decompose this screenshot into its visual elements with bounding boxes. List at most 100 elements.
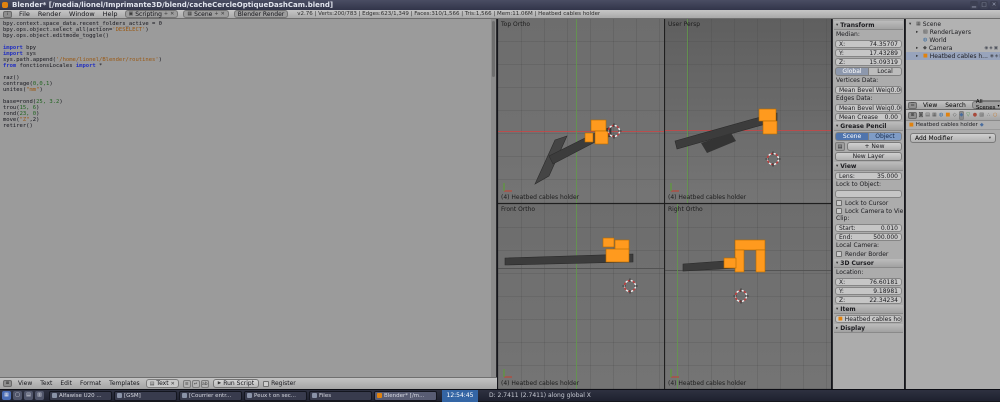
clip-start-field[interactable]: Start:0.010 xyxy=(835,224,902,232)
gp-data-source-toggle-scene[interactable]: Scene xyxy=(835,132,869,141)
gp-new-button[interactable]: + New xyxy=(847,142,902,151)
outliner-menu-view[interactable]: View xyxy=(921,102,939,109)
display-panel-header[interactable]: ▸Display xyxy=(834,324,903,333)
tab-object-data[interactable]: ▽ xyxy=(965,111,971,120)
unlink-text-icon[interactable]: ✕ xyxy=(171,381,175,387)
render-border-checkbox[interactable]: Render Border xyxy=(834,250,903,258)
selectability-toggle[interactable]: ◈ xyxy=(995,54,998,59)
maximize-button[interactable]: □ xyxy=(980,1,988,9)
unlink-scene-icon[interactable]: ✕ xyxy=(221,11,225,18)
show-desktop-icon[interactable]: ▢ xyxy=(13,391,22,400)
taskbar-window-4[interactable]: Peux t on sec... xyxy=(244,391,307,401)
item-name-field[interactable]: ■Heatbed cables hol xyxy=(835,315,902,323)
transform-space-toggle-local[interactable]: Local xyxy=(869,67,902,76)
expander-icon[interactable]: ▸ xyxy=(916,54,921,59)
taskbar-window-5[interactable]: Files xyxy=(309,391,372,401)
python-script[interactable]: bpy.context.space_data.recent_folders_ac… xyxy=(0,19,496,129)
outliner-item-scene[interactable]: ▾▦Scene xyxy=(906,20,1000,28)
taskbar-window-6[interactable]: Blender* [/m... xyxy=(374,391,437,401)
gp-data-source-toggle-object[interactable]: Object xyxy=(869,132,902,141)
line-numbers-toggle[interactable]: ≡ xyxy=(183,380,191,388)
tab-object[interactable]: ■ xyxy=(945,111,951,120)
text-menu-edit[interactable]: Edit xyxy=(58,380,74,387)
cursor-z-field[interactable]: Z:22.34234 xyxy=(835,296,902,304)
gp-new-layer-button[interactable]: New Layer xyxy=(835,152,902,161)
lens-field[interactable]: Lens:35.000 xyxy=(835,172,902,180)
selectability-toggle[interactable]: ◈ xyxy=(989,46,992,51)
word-wrap-toggle[interactable]: ↵ xyxy=(192,380,200,388)
render-engine-selector[interactable]: Blender Render xyxy=(234,10,289,18)
tab-physics[interactable]: ○ xyxy=(992,111,998,120)
unlink-layout-icon[interactable]: ✕ xyxy=(170,11,174,18)
menu-help[interactable]: Help xyxy=(101,10,120,18)
edge-mean-bevel-field[interactable]: Mean Bevel Weig0.00 xyxy=(835,104,902,112)
tab-particles[interactable]: ∴ xyxy=(986,111,992,120)
file-manager-icon[interactable]: ▤ xyxy=(24,391,33,400)
window-titlebar[interactable]: Blender* [/media/lionel/Imprimante3D/ble… xyxy=(0,0,1000,10)
tab-material[interactable]: ● xyxy=(972,111,978,120)
tab-render-layers[interactable]: ▤ xyxy=(925,111,931,120)
minimize-button[interactable]: ▁ xyxy=(970,1,978,9)
cursor-panel-header[interactable]: ▾3D Cursor xyxy=(834,259,903,268)
vertex-mean-bevel-field[interactable]: Mean Bevel Weig0.00 xyxy=(835,86,902,94)
menu-window[interactable]: Window xyxy=(67,10,97,18)
median-x-field[interactable]: X:74.35707 xyxy=(835,40,902,48)
add-layout-icon[interactable]: + xyxy=(164,11,168,18)
3d-viewport[interactable]: Top Ortho (4) Heatbed cables holder User… xyxy=(498,19,831,389)
scene-selector[interactable]: ▦ Scene + ✕ xyxy=(183,10,228,18)
tab-constraints[interactable]: ◇ xyxy=(952,111,958,120)
median-y-field[interactable]: Y:17.43289 xyxy=(835,49,902,57)
text-menu-view[interactable]: View xyxy=(16,380,34,387)
expander-icon[interactable]: ▸ xyxy=(916,30,921,35)
viewport-top-ortho[interactable]: Top Ortho (4) Heatbed cables holder xyxy=(498,19,664,203)
mean-crease-field[interactable]: Mean Crease0.00 xyxy=(835,113,902,121)
lock-camera-checkbox[interactable]: Lock Camera to View xyxy=(834,207,903,215)
expander-icon[interactable]: ▸ xyxy=(916,46,921,51)
menu-render[interactable]: Render xyxy=(36,10,63,18)
cursor-y-field[interactable]: Y:9.18981 xyxy=(835,287,902,295)
median-z-field[interactable]: Z:15.09319 xyxy=(835,58,902,66)
lock-to-cursor-checkbox[interactable]: Lock to Cursor xyxy=(834,199,903,207)
menu-file[interactable]: File xyxy=(17,10,32,18)
taskbar-clock[interactable]: 12:54:45 xyxy=(442,390,478,402)
outliner-menu-search[interactable]: Search xyxy=(943,102,968,109)
taskbar-window-3[interactable]: [Courrier entr... xyxy=(179,391,242,401)
viewport-right-ortho[interactable]: Right Ortho (4) Heatbed cables holder xyxy=(665,204,831,389)
tab-scene[interactable]: ▦ xyxy=(932,111,938,120)
text-editor[interactable]: bpy.context.space_data.recent_folders_ac… xyxy=(0,19,497,377)
transform-panel-header[interactable]: ▾Transform xyxy=(834,21,903,30)
outliner-item-world[interactable]: ◍World xyxy=(906,36,1000,44)
outliner-display-mode-dropdown[interactable]: All Scenes ▾ xyxy=(972,101,1000,109)
outliner-item-camera[interactable]: ▸◆Camera◉◈▣ xyxy=(906,44,1000,52)
tab-modifiers[interactable]: ◆ xyxy=(959,111,965,120)
view-panel-header[interactable]: ▾View xyxy=(834,162,903,171)
scrollbar-thumb[interactable] xyxy=(492,21,495,77)
visibility-toggle[interactable]: ◉ xyxy=(984,46,988,51)
outliner-item-renderlayers[interactable]: ▸▧RenderLayers xyxy=(906,28,1000,36)
syntax-highlight-toggle[interactable]: ab xyxy=(201,380,209,388)
lock-object-field[interactable] xyxy=(835,190,902,198)
text-editor-type-icon[interactable]: ≣ xyxy=(3,380,12,387)
clip-end-field[interactable]: End:500.000 xyxy=(835,233,902,241)
expander-icon[interactable]: ▾ xyxy=(909,22,914,27)
tab-render[interactable]: ◙ xyxy=(918,111,924,120)
add-modifier-button[interactable]: Add Modifier ▾ xyxy=(910,133,996,143)
mesh-object-front-view[interactable] xyxy=(503,232,643,280)
register-checkbox[interactable]: Register xyxy=(263,380,296,387)
render-toggle[interactable]: ▣ xyxy=(994,46,998,51)
mesh-object-right-view[interactable] xyxy=(677,234,787,284)
screen-layout-selector[interactable]: ▣ Scripting + ✕ xyxy=(125,10,179,18)
text-menu-text[interactable]: Text xyxy=(38,380,54,387)
visibility-toggle[interactable]: ◉ xyxy=(990,54,994,59)
tab-world[interactable]: ◍ xyxy=(938,111,944,120)
run-script-button[interactable]: ▶ Run Script xyxy=(213,379,259,388)
tab-texture[interactable]: ▨ xyxy=(979,111,985,120)
text-editor-scrollbar[interactable] xyxy=(491,19,496,377)
text-menu-format[interactable]: Format xyxy=(78,380,103,387)
taskbar-window-2[interactable]: [GSM] xyxy=(114,391,177,401)
taskbar-window-1[interactable]: Alfawise U20 ... xyxy=(49,391,112,401)
cursor-x-field[interactable]: X:76.60181 xyxy=(835,278,902,286)
item-panel-header[interactable]: ▾Item xyxy=(834,305,903,314)
add-scene-icon[interactable]: + xyxy=(214,11,218,18)
grease-pencil-panel-header[interactable]: ▾Grease Pencil xyxy=(834,122,903,131)
